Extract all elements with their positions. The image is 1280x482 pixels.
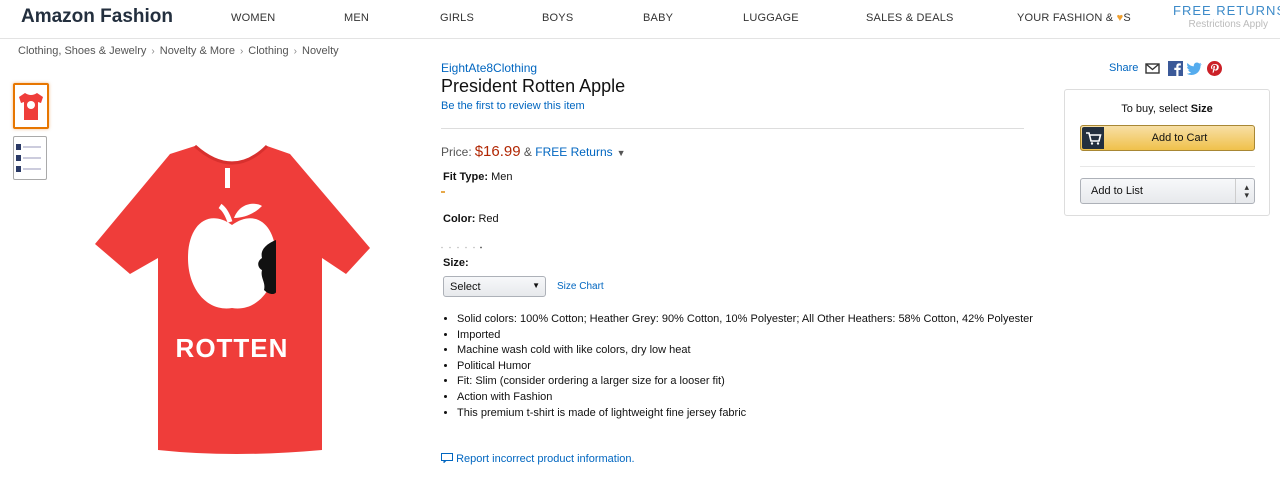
size-select-value: Select [450, 281, 481, 293]
swatch-dots-icon [441, 246, 482, 249]
color-label: Color: [443, 213, 476, 225]
report-link[interactable]: Report incorrect product information. [456, 453, 635, 465]
size-label: Size: [443, 257, 469, 269]
cart-icon [1082, 127, 1104, 149]
updown-arrow-icon[interactable]: ▴ ▾ [1244, 183, 1249, 200]
buy-box: To buy, select Size Add to Cart Add to L… [1064, 89, 1270, 216]
tshirt-image: ROTTEN [95, 144, 370, 454]
report-info[interactable]: Report incorrect product information. [441, 453, 635, 465]
divider [1235, 179, 1236, 203]
your-fashion-prefix: YOUR FASHION & [1017, 12, 1114, 24]
color: Color: Red [443, 213, 499, 225]
nav-women[interactable]: WOMEN [231, 12, 275, 24]
thumbnail-variants[interactable] [13, 136, 47, 180]
product-image[interactable]: ROTTEN [90, 140, 375, 460]
list-item: Political Humor [457, 359, 1037, 375]
list-item: Fit: Slim (consider ordering a larger si… [457, 374, 1037, 390]
breadcrumb-item[interactable]: Novelty [302, 45, 339, 57]
to-buy-prefix: To buy, select [1121, 103, 1188, 115]
add-to-list-button[interactable]: Add to List ▴ ▾ [1080, 178, 1255, 204]
free-returns-link[interactable]: FREE Returns [535, 145, 612, 159]
fit-type-label: Fit Type: [443, 171, 489, 183]
chevron-right-icon: › [239, 46, 244, 57]
share-label: Share [1109, 62, 1139, 74]
nav-girls[interactable]: GIRLS [440, 12, 474, 24]
breadcrumb: Clothing, Shoes & Jewelry › Novelty & More… [18, 45, 339, 57]
color-swatches[interactable] [441, 236, 483, 249]
color-value: Red [478, 213, 499, 225]
brand-link[interactable]: EightAte8Clothing [441, 61, 537, 75]
caret-down-icon[interactable]: ▼ [617, 148, 626, 158]
feature-bullets: Solid colors: 100% Cotton; Heather Grey:… [443, 312, 1037, 421]
list-item: Machine wash cold with like colors, dry … [457, 343, 1037, 359]
twitter-icon[interactable] [1187, 61, 1202, 76]
nav-luggage[interactable]: LUGGAGE [743, 12, 799, 24]
comment-icon [441, 453, 453, 464]
free-returns-restrictions: Restrictions Apply [1188, 19, 1268, 30]
price-amp: & [523, 145, 532, 159]
divider [441, 128, 1024, 129]
chevron-right-icon: › [293, 46, 297, 57]
nav-your-fashion[interactable]: YOUR FASHION & ♥S [1017, 12, 1131, 24]
breadcrumb-item[interactable]: Clothing, Shoes & Jewelry [18, 45, 146, 57]
to-buy-hint: To buy, select Size [1065, 103, 1269, 115]
list-item: Solid colors: 100% Cotton; Heather Grey:… [457, 312, 1037, 328]
review-link[interactable]: Be the first to review this item [441, 100, 585, 112]
free-returns-title[interactable]: FREE RETURNS [1173, 3, 1280, 18]
shirt-print-text: ROTTEN [176, 333, 289, 363]
your-fashion-suffix: S [1123, 12, 1131, 24]
dropdown-arrow-icon: ▼ [532, 281, 540, 290]
email-icon[interactable] [1145, 61, 1160, 76]
facebook-icon[interactable] [1168, 61, 1183, 76]
brand-logo[interactable]: Amazon Fashion [21, 6, 173, 28]
variants-thumbnail-icon [16, 144, 41, 172]
add-to-cart-button[interactable]: Add to Cart [1080, 125, 1255, 151]
price-value: $16.99 [474, 143, 521, 160]
nav-baby[interactable]: BABY [643, 12, 673, 24]
size-dropdown[interactable]: Select ▼ [443, 276, 546, 297]
breadcrumb-item[interactable]: Novelty & More [160, 45, 235, 57]
price-label: Price: [441, 145, 472, 159]
nav-boys[interactable]: BOYS [542, 12, 573, 24]
price-row: Price: $16.99 & FREE Returns ▼ [441, 143, 626, 160]
fit-type: Fit Type: Men [443, 171, 512, 183]
thumbnail-main[interactable] [13, 83, 49, 129]
pinterest-icon[interactable] [1207, 61, 1222, 76]
nav-sales-deals[interactable]: SALES & DEALS [866, 12, 954, 24]
breadcrumb-item[interactable]: Clothing [248, 45, 288, 57]
nav-men[interactable]: MEN [344, 12, 369, 24]
add-to-cart-label: Add to Cart [1151, 132, 1208, 144]
list-item: This premium t-shirt is made of lightwei… [457, 406, 1037, 422]
top-nav: Amazon Fashion WOMEN MEN GIRLS BOYS BABY… [0, 0, 1280, 39]
list-item: Action with Fashion [457, 390, 1037, 406]
size-chart-link[interactable]: Size Chart [557, 281, 604, 292]
chevron-right-icon: › [151, 46, 155, 57]
product-title: President Rotten Apple [441, 76, 626, 96]
fit-type-value: Men [491, 171, 513, 183]
add-to-list-label: Add to List [1091, 185, 1143, 197]
fit-swatch[interactable] [441, 191, 445, 193]
tshirt-thumbnail-icon [19, 93, 43, 120]
list-item: Imported [457, 328, 1037, 344]
divider [1080, 166, 1255, 167]
to-buy-strong: Size [1190, 103, 1213, 115]
